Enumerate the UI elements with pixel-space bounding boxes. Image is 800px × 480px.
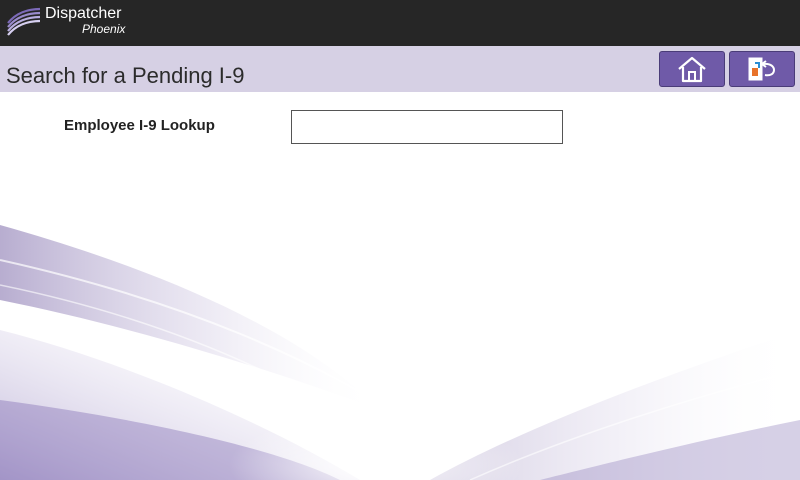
employee-lookup-label: Employee I-9 Lookup	[64, 117, 215, 134]
title-bar: Search for a Pending I-9	[0, 46, 800, 92]
app-header: Dispatcher Phoenix	[0, 0, 800, 46]
home-icon	[678, 56, 706, 83]
exit-back-button[interactable]	[729, 51, 795, 87]
brand-subname: Phoenix	[82, 22, 126, 36]
exit-back-icon	[748, 57, 776, 81]
dispatcher-phoenix-logo: Dispatcher Phoenix	[6, 3, 136, 43]
phoenix-wave-icon	[7, 7, 41, 36]
brand-name: Dispatcher	[45, 5, 122, 22]
page-title: Search for a Pending I-9	[6, 63, 245, 88]
employee-lookup-input[interactable]	[291, 110, 563, 144]
home-button[interactable]	[659, 51, 725, 87]
